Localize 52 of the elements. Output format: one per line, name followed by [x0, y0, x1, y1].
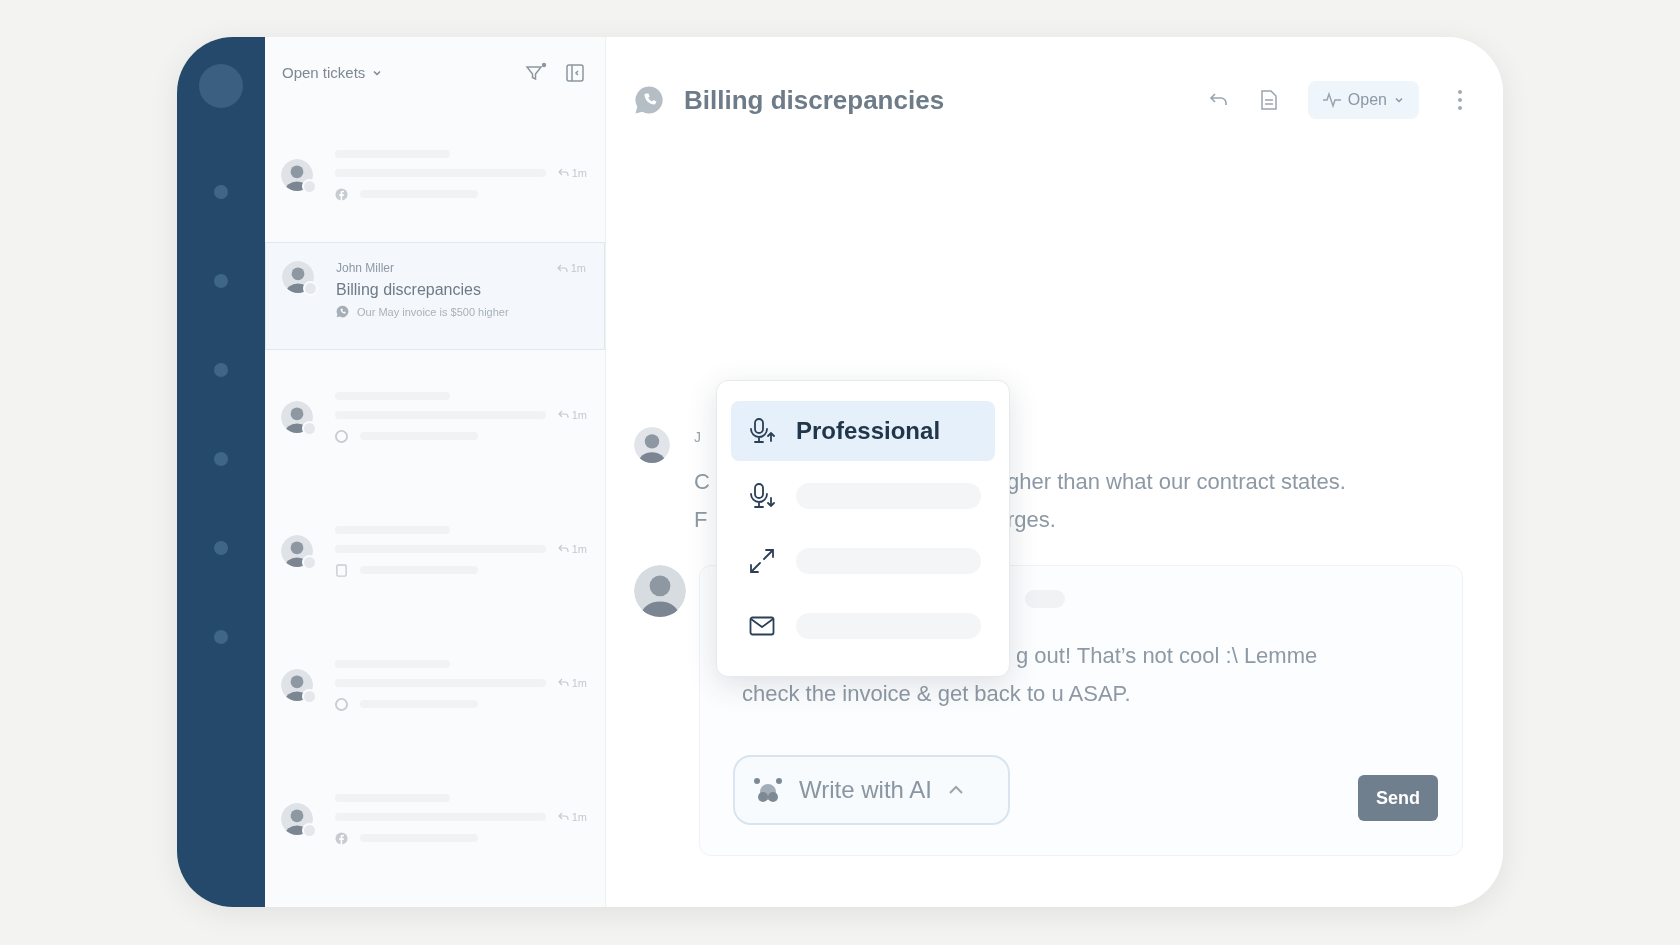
- square-icon: [335, 563, 348, 577]
- facebook-icon: [335, 831, 348, 845]
- channel-badge: [302, 689, 317, 704]
- panel-toggle-icon[interactable]: [565, 62, 585, 83]
- tone-option[interactable]: Professional: [731, 401, 995, 461]
- conversation-title: Billing discrepancies: [684, 84, 946, 116]
- message-preview: Our May invoice is $500 higher: [357, 305, 509, 318]
- chat-bubble-icon: [336, 305, 349, 318]
- facebook-icon: [335, 187, 348, 201]
- nav-dot[interactable]: [214, 274, 228, 288]
- reply-icon: [557, 678, 569, 687]
- expand-icon: [749, 548, 775, 574]
- customer-name: John Miller: [336, 261, 395, 275]
- avatar: [634, 565, 686, 617]
- reply-icon: [556, 263, 568, 273]
- sparkle-cluster-icon: [753, 777, 783, 803]
- more-options-icon[interactable]: [1457, 89, 1463, 111]
- avatar: [634, 427, 670, 463]
- write-with-ai-button[interactable]: Write with AI: [733, 755, 1010, 825]
- chat-icon: [335, 697, 348, 711]
- microphone-up-icon: [749, 417, 775, 445]
- nav-dot[interactable]: [214, 185, 228, 199]
- mail-icon: [749, 616, 775, 636]
- nav-dot[interactable]: [214, 363, 228, 377]
- channel-badge: [302, 555, 317, 570]
- document-icon[interactable]: [1259, 89, 1278, 111]
- message-text: F: [694, 506, 708, 534]
- nav-dot[interactable]: [214, 630, 228, 644]
- microphone-down-icon: [749, 482, 775, 510]
- channel-badge: [302, 421, 317, 436]
- author-name: J: [694, 428, 701, 447]
- channel-badge: [302, 179, 317, 194]
- message-text: check the invoice & get back to u ASAP.: [742, 680, 1131, 708]
- logo-icon[interactable]: [199, 64, 243, 108]
- activity-icon: [1321, 91, 1342, 109]
- chat-icon: [335, 429, 348, 443]
- chat-bubble-icon: [634, 85, 664, 115]
- reply-icon: [557, 410, 569, 419]
- caret-up-icon: [947, 784, 964, 796]
- channel-badge: [303, 281, 318, 296]
- reply-icon: [557, 812, 569, 821]
- reply-icon: [557, 544, 569, 553]
- nav-dot[interactable]: [214, 541, 228, 555]
- nav-dot[interactable]: [214, 452, 228, 466]
- ticket-filter-dropdown[interactable]: Open tickets: [282, 64, 384, 81]
- channel-badge: [302, 823, 317, 838]
- send-button[interactable]: Send: [1358, 775, 1438, 821]
- ticket-subject: Billing discrepancies: [336, 281, 482, 299]
- reply-icon: [557, 168, 569, 177]
- message-text: C: [694, 468, 710, 496]
- message-text: g out! That’s not cool :\ Lemme: [1016, 642, 1318, 670]
- status-dropdown[interactable]: Open: [1307, 81, 1419, 119]
